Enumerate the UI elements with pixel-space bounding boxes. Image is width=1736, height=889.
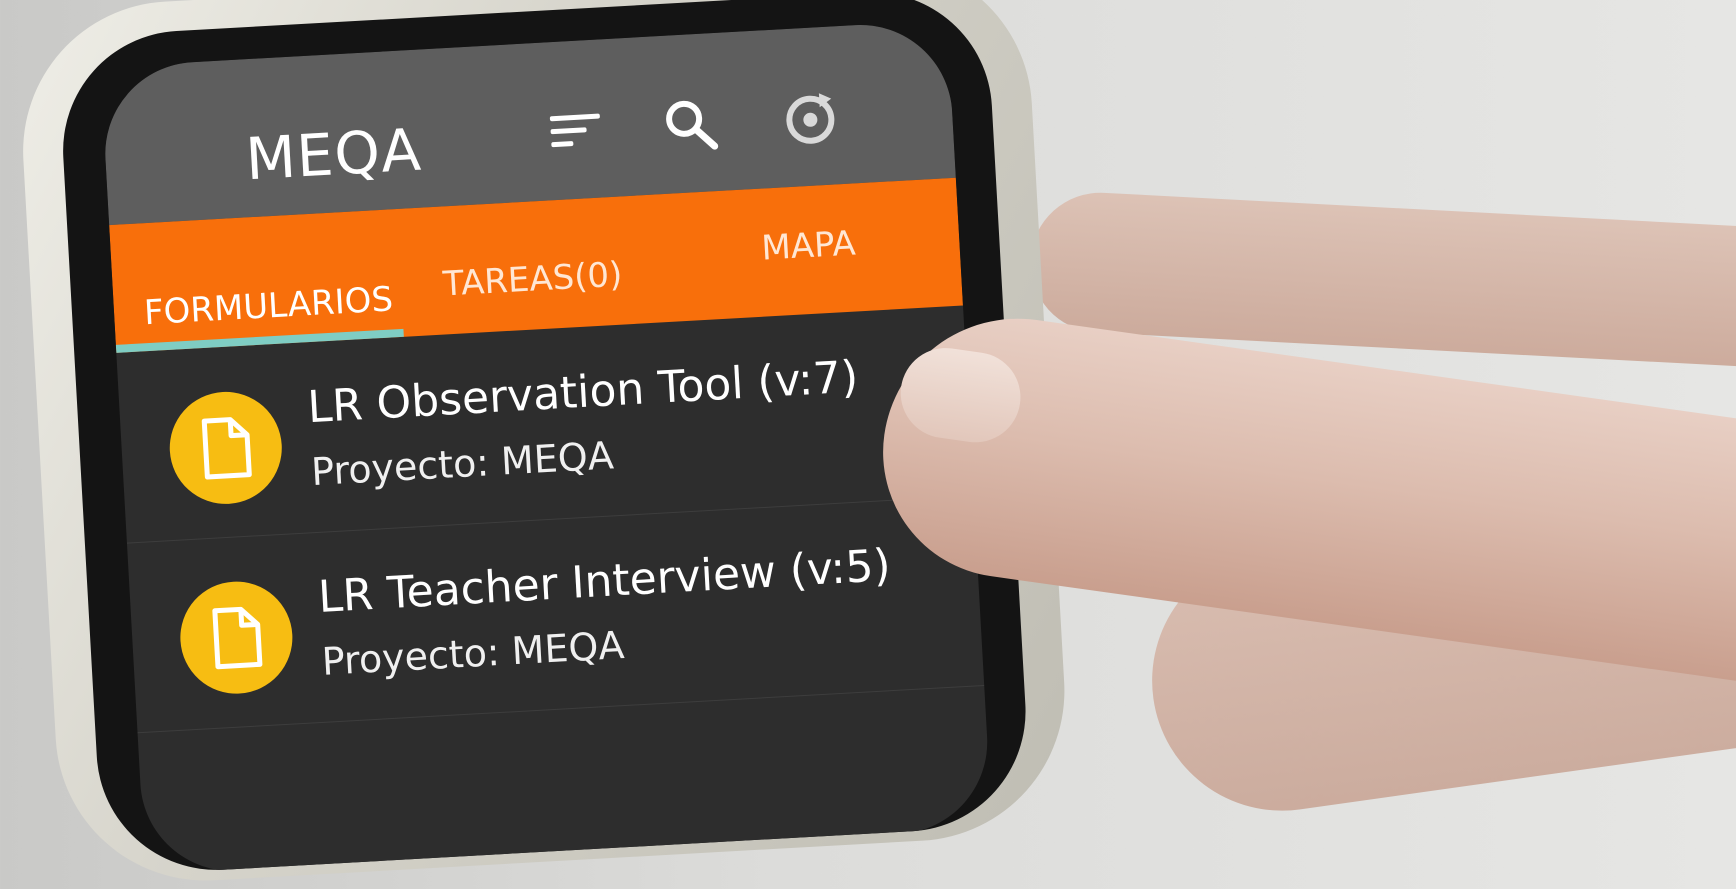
sort-icon[interactable]	[543, 99, 606, 162]
app-title: MEQA	[243, 115, 424, 194]
app-screen: MEQA FORMULARIOS TAREAS(0) MAPA LR Obser…	[100, 19, 993, 877]
form-icon-circle	[166, 388, 285, 507]
form-title: LR Observation Tool (v:7)	[306, 351, 860, 434]
form-title: LR Teacher Interview (v:5)	[316, 540, 892, 623]
tab-mapa[interactable]: MAPA	[760, 223, 856, 268]
form-project: Proyecto: MEQA	[310, 433, 615, 495]
tab-formularios[interactable]: FORMULARIOS	[143, 279, 394, 333]
document-icon	[201, 417, 252, 480]
form-project: Proyecto: MEQA	[320, 623, 626, 684]
refresh-icon[interactable]	[779, 86, 842, 149]
form-icon-circle	[177, 578, 296, 697]
tab-tareas[interactable]: TAREAS(0)	[442, 255, 623, 305]
search-icon[interactable]	[659, 93, 722, 156]
document-icon	[212, 606, 263, 670]
